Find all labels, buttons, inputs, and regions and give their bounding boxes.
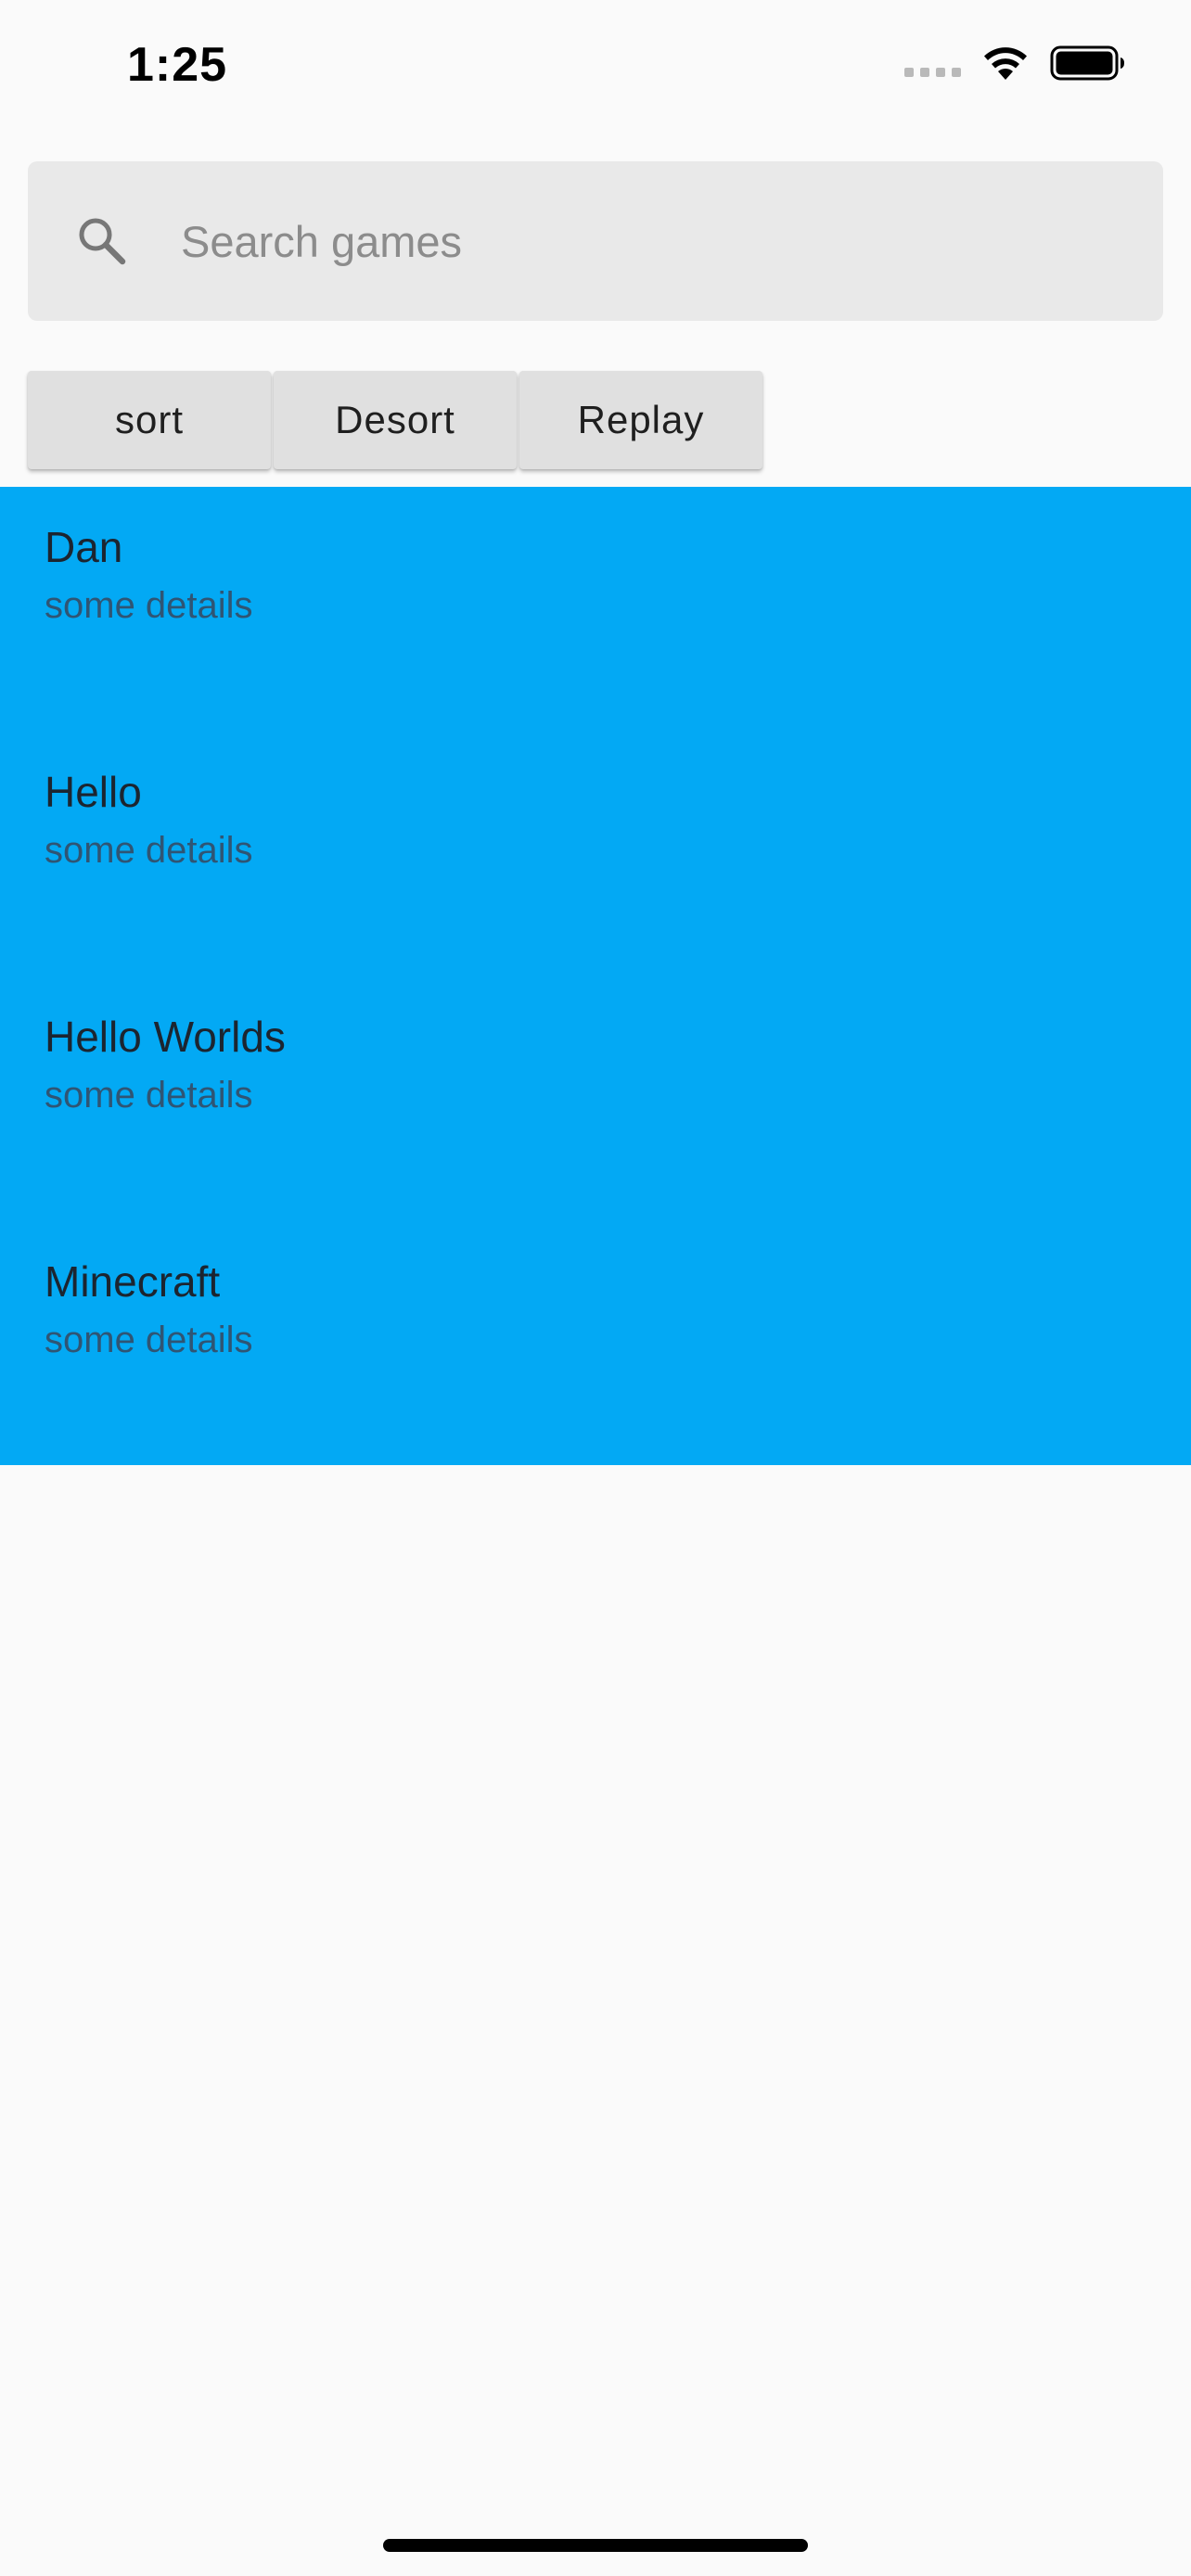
replay-button[interactable]: Replay bbox=[519, 371, 762, 469]
item-title: Hello bbox=[45, 768, 142, 816]
search-bar[interactable] bbox=[28, 161, 1163, 321]
item-title: Minecraft bbox=[45, 1257, 221, 1306]
wifi-icon bbox=[984, 47, 1027, 80]
status-time: 1:25 bbox=[127, 38, 228, 92]
list-item-hello-worlds[interactable]: Hello Worlds some details bbox=[0, 976, 1191, 1221]
list-item-dan[interactable]: Dan some details bbox=[0, 487, 1191, 732]
home-indicator[interactable] bbox=[383, 2539, 808, 2552]
search-icon bbox=[79, 218, 126, 265]
item-subtitle: some details bbox=[45, 1075, 253, 1116]
item-title: Dan bbox=[45, 523, 123, 571]
list-item-minecraft[interactable]: Minecraft some details bbox=[0, 1221, 1191, 1466]
desort-button[interactable]: Desort bbox=[274, 371, 517, 469]
status-icons bbox=[904, 45, 1126, 82]
item-subtitle: some details bbox=[45, 585, 253, 626]
status-bar: 1:25 bbox=[0, 0, 1191, 139]
list-item-hello[interactable]: Hello some details bbox=[0, 732, 1191, 976]
game-list: Dan some details Hello some details Hell… bbox=[0, 487, 1191, 1465]
item-subtitle: some details bbox=[45, 830, 253, 871]
battery-icon bbox=[1050, 45, 1124, 81]
sort-button[interactable]: sort bbox=[28, 371, 271, 469]
item-subtitle: some details bbox=[45, 1320, 253, 1360]
item-title: Hello Worlds bbox=[45, 1013, 286, 1061]
cellular-signal-icon bbox=[904, 68, 961, 77]
action-button-row: sort Desort Replay bbox=[28, 371, 762, 469]
search-input[interactable] bbox=[153, 198, 1155, 284]
